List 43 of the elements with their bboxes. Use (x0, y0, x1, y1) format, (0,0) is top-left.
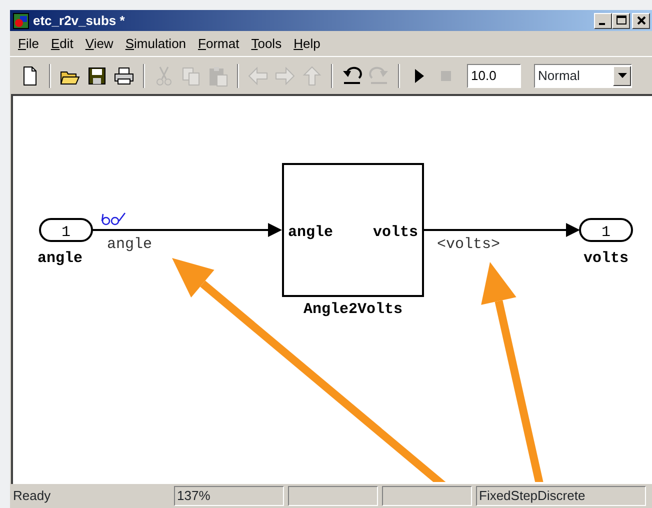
save-icon (86, 64, 108, 86)
up-arrow-icon (301, 64, 323, 86)
menu-item[interactable]: Format (192, 34, 246, 54)
subsystem-block[interactable] (282, 163, 424, 297)
port-number: 1 (62, 224, 70, 241)
port-label: angle (288, 224, 334, 241)
stop-time-field[interactable]: 10.0 (467, 64, 521, 88)
inport-block[interactable]: 1 (39, 218, 93, 242)
status-text: Ready (12, 487, 52, 505)
minimize-button[interactable] (594, 12, 612, 28)
caret-icon (618, 73, 626, 78)
signal-line[interactable] (92, 223, 282, 237)
menu-item[interactable]: View (79, 34, 120, 54)
port-label: volts (372, 224, 418, 241)
app-icon (13, 12, 29, 28)
signal-label: <volts> (437, 236, 500, 253)
maximize-button[interactable] (612, 12, 630, 28)
copy-icon (180, 64, 202, 86)
menu-item[interactable]: Tools (245, 34, 288, 54)
port-number: 1 (602, 224, 610, 241)
status-text: 137% (174, 486, 284, 506)
window-title: etc_r2v_subs * (33, 12, 126, 30)
block-label: volts (584, 250, 628, 267)
menu-item[interactable]: Simulation (119, 34, 192, 54)
close-icon (634, 14, 648, 27)
outport-block[interactable]: 1 (579, 218, 633, 242)
menu-item[interactable]: File (12, 34, 45, 54)
maximize-icon (614, 14, 628, 27)
redo-icon (368, 64, 390, 86)
left-arrow-icon (247, 64, 269, 86)
signal-label: angle (107, 236, 152, 253)
printer-icon (113, 64, 135, 86)
undo-icon (341, 64, 363, 86)
minimize-icon (599, 23, 605, 25)
menu-item[interactable]: Help (288, 34, 326, 54)
close-button[interactable] (632, 12, 650, 28)
menu-item[interactable]: Edit (44, 34, 80, 54)
block-label: angle (38, 250, 82, 267)
simulation-mode-dropdown[interactable]: Normal (534, 64, 632, 88)
right-arrow-icon (274, 64, 296, 86)
block-label: Angle2Volts (303, 301, 403, 318)
status-text: FixedStepDiscrete (476, 486, 646, 506)
signal-line[interactable] (423, 223, 580, 237)
